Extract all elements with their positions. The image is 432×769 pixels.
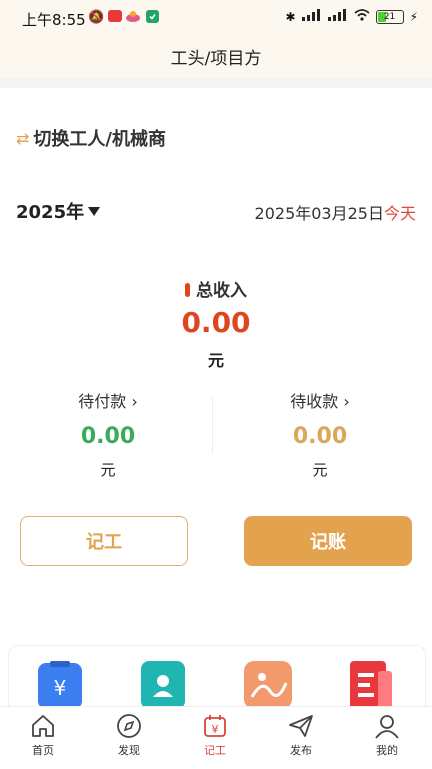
date-text: 2025年03月25日: [254, 204, 384, 223]
mute-bell-icon: 🔕: [88, 10, 105, 25]
signal-icon-2: [327, 9, 348, 24]
payable-value: 0.00: [80, 424, 136, 449]
date-display[interactable]: 2025年03月25日今天: [255, 200, 416, 224]
home-icon: [32, 715, 54, 737]
total-income-unit: 元: [207, 351, 224, 370]
svg-text:¥: ¥: [212, 723, 219, 736]
battery-icon: 21: [375, 9, 404, 24]
tab-record-work[interactable]: ¥ 记工: [172, 712, 258, 758]
user-icon: [375, 715, 399, 739]
app-notification-icon: [108, 10, 122, 26]
swap-icon: ⇄: [16, 128, 30, 148]
tab-label: 发布: [290, 744, 312, 757]
battery-level: 21: [383, 11, 396, 22]
payable-label-row: 待付款 ›: [0, 388, 216, 412]
document-icon[interactable]: [350, 661, 394, 709]
chevron-right-icon: ›: [131, 392, 138, 411]
tab-label: 我的: [376, 744, 398, 757]
header-divider: [0, 78, 432, 88]
status-time: 上午8:55: [22, 11, 86, 29]
receivable-unit: 元: [312, 461, 328, 479]
signal-icon: [301, 9, 322, 24]
receivable-label-row: 待收款 ›: [212, 388, 428, 412]
tab-publish[interactable]: 发布: [258, 712, 344, 758]
tab-mine[interactable]: 我的: [344, 712, 430, 758]
tab-label: 记工: [204, 744, 226, 757]
switch-role-label: 切换工人/机械商: [33, 129, 166, 150]
status-bar: 上午8:55 🔕 ✱ 21 ⚡: [0, 0, 432, 36]
record-work-button[interactable]: 记工: [20, 516, 188, 566]
contacts-icon[interactable]: [141, 661, 185, 709]
receivable-value: 0.00: [292, 424, 348, 449]
switch-role-button[interactable]: ⇄ 切换工人/机械商: [16, 125, 166, 151]
app-notification-icon-2: [126, 10, 140, 26]
tab-home[interactable]: 首页: [0, 712, 86, 758]
chart-icon[interactable]: [244, 661, 292, 709]
shield-icon: [146, 10, 159, 27]
receivable-label: 待收款: [290, 392, 339, 411]
today-label: 今天: [383, 204, 416, 223]
send-icon: [289, 715, 313, 737]
tab-label: 发现: [118, 744, 140, 757]
tab-discover[interactable]: 发现: [86, 712, 172, 758]
status-right: ✱ 21 ⚡: [285, 9, 418, 24]
charging-icon: ⚡: [409, 9, 418, 24]
payable-unit: 元: [100, 461, 116, 479]
calendar-yuan-icon: ¥: [204, 715, 226, 737]
total-income-value: 0.00: [181, 306, 251, 339]
yuan-ledger-icon[interactable]: ¥: [38, 661, 82, 709]
chevron-right-icon: ›: [343, 392, 350, 411]
svg-text:¥: ¥: [54, 676, 67, 700]
year-selector[interactable]: 2025年: [16, 198, 101, 224]
receivable-section[interactable]: 待收款 › 0.00 元: [212, 388, 428, 480]
total-income-label-row: 总收入: [0, 276, 432, 301]
tab-label: 首页: [32, 744, 54, 757]
compass-icon: [117, 714, 141, 738]
page-title: 工头/项目方: [170, 49, 262, 69]
total-income-label: 总收入: [196, 281, 247, 301]
income-marker: [185, 283, 190, 297]
wifi-icon: [353, 9, 370, 24]
payable-label: 待付款: [78, 392, 127, 411]
caret-down-icon: [88, 206, 101, 216]
bluetooth-icon: ✱: [285, 9, 296, 24]
record-account-button[interactable]: 记账: [244, 516, 412, 566]
payable-section[interactable]: 待付款 › 0.00 元: [0, 388, 216, 480]
year-label: 2025年: [16, 202, 85, 223]
